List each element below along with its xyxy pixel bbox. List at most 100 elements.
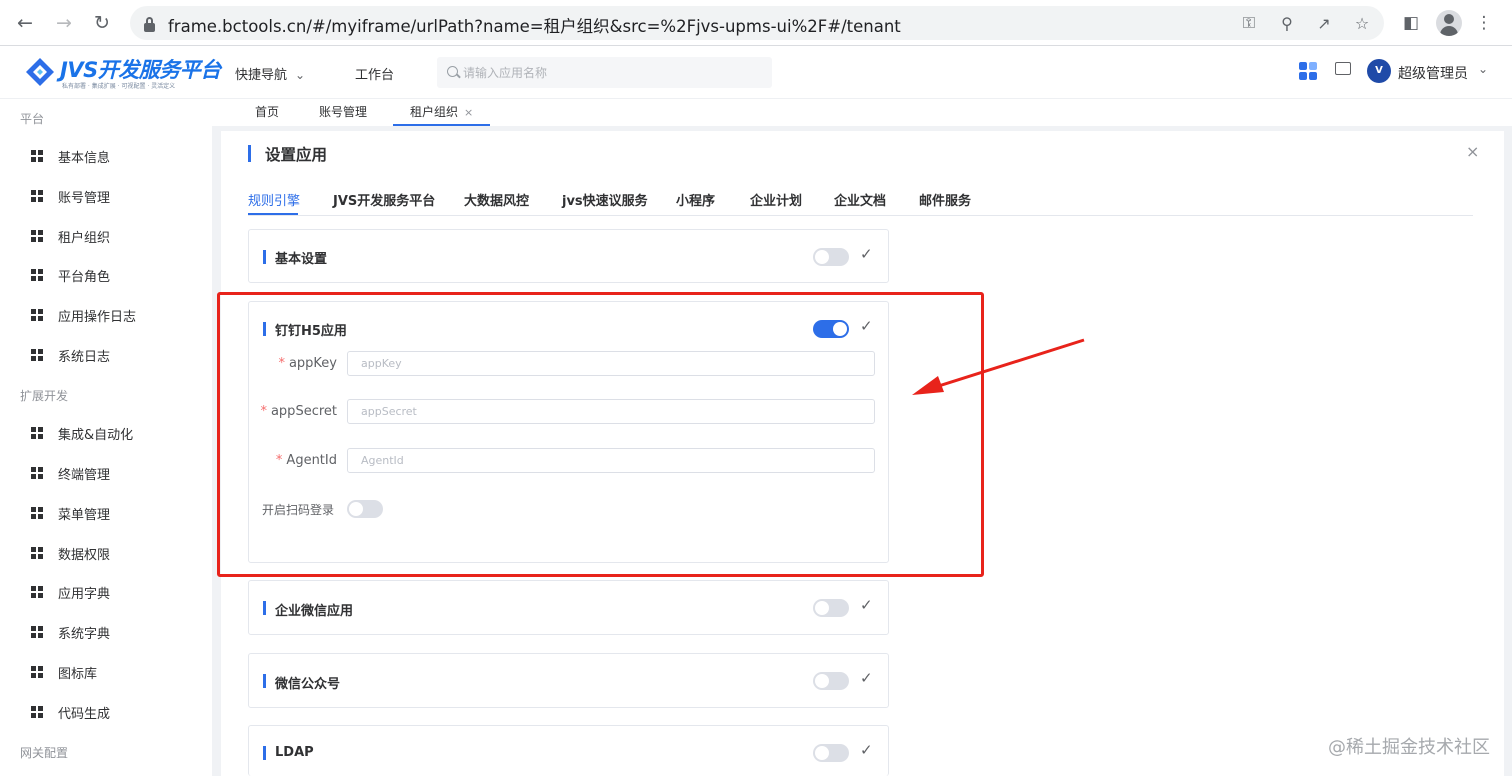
sidebar-item-label: 租户组织 [58, 231, 111, 246]
sidebar-item-label: 应用字典 [58, 587, 111, 602]
sidebar-item[interactable]: 图标库 [0, 654, 212, 690]
sidebar-item-label: 基本信息 [58, 151, 111, 166]
sidebar-item[interactable]: 数据权限 [0, 535, 212, 571]
logo-title: JVS开发服务平台 [60, 58, 221, 82]
annotation-highlight-box [217, 292, 984, 577]
sidebar-item[interactable]: 基本信息 [0, 138, 212, 174]
grid-icon [31, 309, 43, 321]
lock-icon[interactable] [130, 14, 166, 34]
sidebar-item[interactable]: 集成&自动化 [0, 415, 212, 451]
sidebar-item[interactable]: 应用操作日志 [0, 297, 212, 333]
close-icon[interactable]: × [1466, 142, 1479, 161]
sidebar-item[interactable]: 代码生成 [0, 694, 212, 730]
sidebar-item[interactable]: 租户组织 [0, 218, 212, 254]
settings-card: 基本设置 ✓ [248, 229, 889, 283]
sidebar-item-label: 终端管理 [58, 468, 111, 483]
category-tab[interactable]: 大数据风控 [464, 190, 529, 209]
panel-title: 设置应用 [265, 146, 328, 164]
sidebar-item[interactable]: 系统字典 [0, 614, 212, 650]
check-icon[interactable]: ✓ [860, 741, 873, 759]
profile-avatar-icon[interactable] [1436, 10, 1462, 36]
settings-card: 微信公众号 ✓ [248, 653, 889, 708]
side-panel-icon[interactable]: ◧ [1397, 9, 1425, 37]
sidebar-item-label: 账号管理 [58, 191, 111, 206]
check-icon[interactable]: ✓ [860, 245, 873, 263]
settings-card: LDAP ✓ [248, 725, 889, 776]
key-icon[interactable]: ⚿ [1236, 11, 1262, 35]
card-title: 基本设置 [275, 252, 328, 267]
share-icon[interactable]: ↗ [1311, 11, 1337, 35]
message-icon[interactable] [1335, 62, 1351, 75]
grid-icon [31, 507, 43, 519]
forward-arrow-icon[interactable]: → [50, 9, 78, 37]
grid-icon [31, 467, 43, 479]
category-tab[interactable]: 企业文档 [834, 190, 886, 209]
quick-nav-menu[interactable]: 快捷导航 ⌄ [235, 64, 305, 83]
enable-switch[interactable] [813, 599, 849, 617]
enable-switch[interactable] [813, 744, 849, 762]
page-tab[interactable]: 账号管理 [319, 103, 367, 126]
close-icon[interactable]: × [464, 106, 473, 119]
annotation-arrow-icon [912, 338, 1085, 395]
category-tab[interactable]: 邮件服务 [919, 190, 971, 209]
workbench-link[interactable]: 工作台 [355, 64, 394, 83]
user-avatar[interactable]: V [1367, 59, 1391, 83]
app-search-input[interactable] [463, 63, 763, 83]
back-arrow-icon[interactable]: ← [11, 9, 39, 37]
sidebar-item[interactable]: 账号管理 [0, 178, 212, 214]
page-tab[interactable]: 首页 [255, 103, 279, 126]
card-accent-bar [263, 601, 266, 615]
grid-icon [31, 626, 43, 638]
bookmark-star-icon[interactable]: ☆ [1349, 11, 1375, 35]
grid-icon [31, 190, 43, 202]
logo-mark-icon [26, 58, 54, 86]
grid-icon [31, 427, 43, 439]
sidebar-item[interactable]: 系统日志 [0, 337, 212, 373]
page-tab-label: 租户组织 [410, 105, 459, 119]
card-title: LDAP [275, 745, 314, 760]
sidebar-item-label: 数据权限 [58, 548, 111, 563]
app-search[interactable] [437, 57, 772, 88]
sidebar-item[interactable]: 平台角色 [0, 257, 212, 293]
user-name[interactable]: 超级管理员 [1398, 63, 1468, 83]
more-menu-icon[interactable]: ⋮ [1470, 9, 1498, 37]
logo[interactable]: JVS开发服务平台 私有部署 · 集成扩展 · 可视配置 · 灵活定义 [22, 52, 221, 94]
sidebar-item-label: 图标库 [58, 667, 98, 682]
grid-icon [31, 547, 43, 559]
grid-icon [31, 230, 43, 242]
sidebar-item[interactable]: 应用字典 [0, 574, 212, 610]
sidebar-item[interactable]: 菜单管理 [0, 495, 212, 531]
grid-icon [31, 150, 43, 162]
category-tab[interactable]: jvs快速议服务 [562, 190, 648, 209]
check-icon[interactable]: ✓ [860, 596, 873, 614]
category-tab[interactable]: 规则引擎 [248, 190, 300, 209]
chevron-down-icon: ⌄ [295, 68, 306, 82]
url-text[interactable]: frame.bctools.cn/#/myiframe/urlPath?name… [168, 13, 901, 37]
watermark: @稀土掘金技术社区 [1328, 737, 1490, 758]
address-bar[interactable]: frame.bctools.cn/#/myiframe/urlPath?name… [130, 6, 1384, 40]
sidebar-item[interactable]: 终端管理 [0, 455, 212, 491]
title-accent-bar [248, 145, 251, 162]
grid-icon [31, 666, 43, 678]
sidebar-item-label: 应用操作日志 [58, 310, 137, 325]
check-icon[interactable]: ✓ [860, 669, 873, 687]
active-tab-indicator [248, 213, 298, 215]
zoom-icon[interactable]: ⚲ [1274, 11, 1300, 35]
page-tabs: 首页 账号管理 租户组织 × [212, 99, 1512, 126]
grid-icon [31, 269, 43, 281]
apps-grid-icon[interactable] [1299, 62, 1317, 80]
sidebar-item-label: 菜单管理 [58, 508, 111, 523]
sidebar-item-label: 代码生成 [58, 707, 111, 722]
logo-subtitle: 私有部署 · 集成扩展 · 可视配置 · 灵活定义 [62, 83, 176, 90]
category-tab[interactable]: JVS开发服务平台 [333, 190, 435, 209]
browser-toolbar: ← → ↻ frame.bctools.cn/#/myiframe/urlPat… [0, 0, 1512, 46]
card-accent-bar [263, 674, 266, 688]
grid-icon [31, 349, 43, 361]
chevron-down-icon[interactable]: ⌄ [1478, 62, 1488, 76]
page-tab-active[interactable]: 租户组织 × [393, 103, 491, 126]
enable-switch[interactable] [813, 672, 849, 690]
reload-icon[interactable]: ↻ [88, 9, 116, 37]
category-tab[interactable]: 企业计划 [750, 190, 802, 209]
enable-switch[interactable] [813, 248, 849, 266]
category-tab[interactable]: 小程序 [676, 190, 715, 209]
